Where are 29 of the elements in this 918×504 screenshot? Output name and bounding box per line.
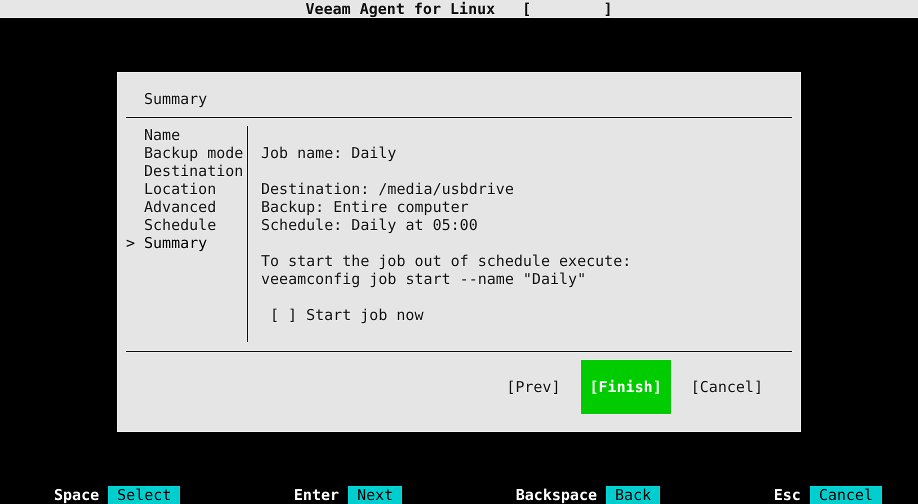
summary-line: Schedule: Daily at 05:00: [261, 216, 478, 234]
current-step-marker: >: [126, 234, 136, 252]
dialog-title: Summary: [144, 90, 208, 108]
step-item[interactable]: Destination: [144, 162, 244, 180]
step-item[interactable]: Schedule: [144, 216, 216, 234]
checkbox[interactable]: [ ]: [270, 306, 298, 324]
status-indicator: [ ]: [522, 0, 612, 18]
step-item[interactable]: Name: [144, 126, 180, 144]
summary-line: veeamconfig job start --name "Daily": [261, 270, 586, 288]
key-label: Space: [54, 486, 100, 504]
checkbox-label: Start job now: [306, 306, 424, 324]
summary-line: Job name: Daily: [261, 144, 396, 162]
step-item[interactable]: Backup mode: [144, 144, 244, 162]
key-label: Backspace: [516, 486, 598, 504]
window-title: Veeam Agent for Linux: [306, 0, 496, 18]
summary-line: To start the job out of schedule execute:: [261, 252, 632, 270]
key-action: Next: [348, 486, 402, 504]
summary-line: Destination: /media/usbdrive: [261, 180, 514, 198]
key-action: Select: [108, 486, 180, 504]
step-item[interactable]: Summary: [144, 234, 208, 252]
summary-line: Backup: Entire computer: [261, 198, 469, 216]
key-label: Esc: [774, 486, 801, 504]
dialog-button[interactable]: [Prev]: [506, 360, 560, 414]
dialog-button[interactable]: [Cancel]: [690, 360, 763, 414]
step-item[interactable]: Location: [144, 180, 216, 198]
key-action: Cancel: [810, 486, 882, 504]
key-label: Enter: [294, 486, 340, 504]
step-item[interactable]: Advanced: [144, 198, 216, 216]
key-action: Back: [606, 486, 660, 504]
